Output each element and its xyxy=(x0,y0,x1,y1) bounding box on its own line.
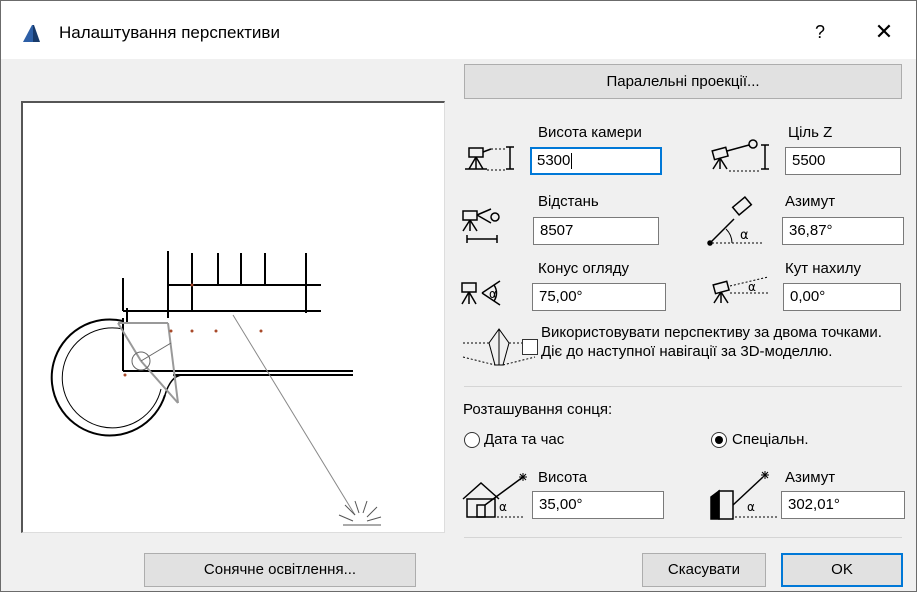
title-bar: Налаштування перспективи ? ✕ xyxy=(1,1,916,59)
svg-text:α: α xyxy=(499,500,507,514)
camera-azimuth-label: Азимут xyxy=(785,193,836,210)
plan-preview[interactable] xyxy=(21,101,445,533)
camera-azimuth-input[interactable]: 36,87° xyxy=(782,217,904,245)
perspective-settings-dialog: Налаштування перспективи ? ✕ Паралельні … xyxy=(0,0,917,592)
two-point-perspective-text: Використовувати перспективу за двома точ… xyxy=(541,324,882,360)
sun-lighting-button[interactable]: Сонячне освітлення... xyxy=(144,553,416,587)
svg-text:α: α xyxy=(747,500,755,514)
camera-height-icon xyxy=(465,146,514,171)
target-z-input[interactable]: 5500 xyxy=(785,147,901,175)
distance-icon xyxy=(462,208,500,243)
tilt-angle-label: Кут нахилу xyxy=(785,260,862,277)
sun-azimuth-label: Азимут xyxy=(785,469,836,486)
date-time-radio[interactable] xyxy=(464,432,480,448)
camera-height-label: Висота камери xyxy=(538,124,642,141)
sun-azimuth-input[interactable]: 302,01° xyxy=(781,491,905,519)
radio-selected-dot xyxy=(715,436,723,444)
tilt-angle-input[interactable]: 0,00° xyxy=(783,283,901,311)
view-cone-input[interactable]: 75,00° xyxy=(532,283,666,311)
archicad-logo-icon xyxy=(23,25,40,42)
tilt-angle-icon: α xyxy=(712,276,769,304)
two-point-perspective-checkbox[interactable] xyxy=(522,339,538,355)
distance-input[interactable]: 8507 xyxy=(533,217,659,245)
sun-position-label: Розташування сонця: xyxy=(463,401,613,418)
svg-text:α: α xyxy=(748,280,756,294)
custom-label: Спеціальн. xyxy=(732,431,809,448)
sun-altitude-input[interactable]: 35,00° xyxy=(532,491,664,519)
sun-altitude-icon: α xyxy=(462,473,527,518)
ok-button[interactable]: OK xyxy=(781,553,903,587)
sun-azimuth-icon: α xyxy=(710,471,777,520)
custom-radio[interactable] xyxy=(711,432,727,448)
camera-height-input[interactable]: 5300 xyxy=(530,147,662,175)
close-button[interactable]: ✕ xyxy=(869,17,899,47)
svg-text:α: α xyxy=(489,287,497,301)
distance-label: Відстань xyxy=(538,193,599,210)
floor-plan-drawing xyxy=(50,251,382,526)
date-time-label: Дата та час xyxy=(484,431,565,448)
separator xyxy=(464,386,902,387)
separator xyxy=(464,537,902,538)
dialog-title: Налаштування перспективи xyxy=(59,23,280,42)
cancel-button[interactable]: Скасувати xyxy=(642,553,766,587)
target-z-icon xyxy=(711,139,769,172)
view-cone-icon: α xyxy=(461,280,501,306)
parallel-projections-button[interactable]: Паралельні проекції... xyxy=(464,64,902,99)
view-cone-label: Конус огляду xyxy=(538,260,629,277)
camera-azimuth-icon: α xyxy=(707,195,764,246)
svg-text:α: α xyxy=(740,228,749,243)
help-button[interactable]: ? xyxy=(805,17,835,47)
target-z-label: Ціль Z xyxy=(788,124,833,141)
sun-altitude-label: Висота xyxy=(538,469,588,486)
